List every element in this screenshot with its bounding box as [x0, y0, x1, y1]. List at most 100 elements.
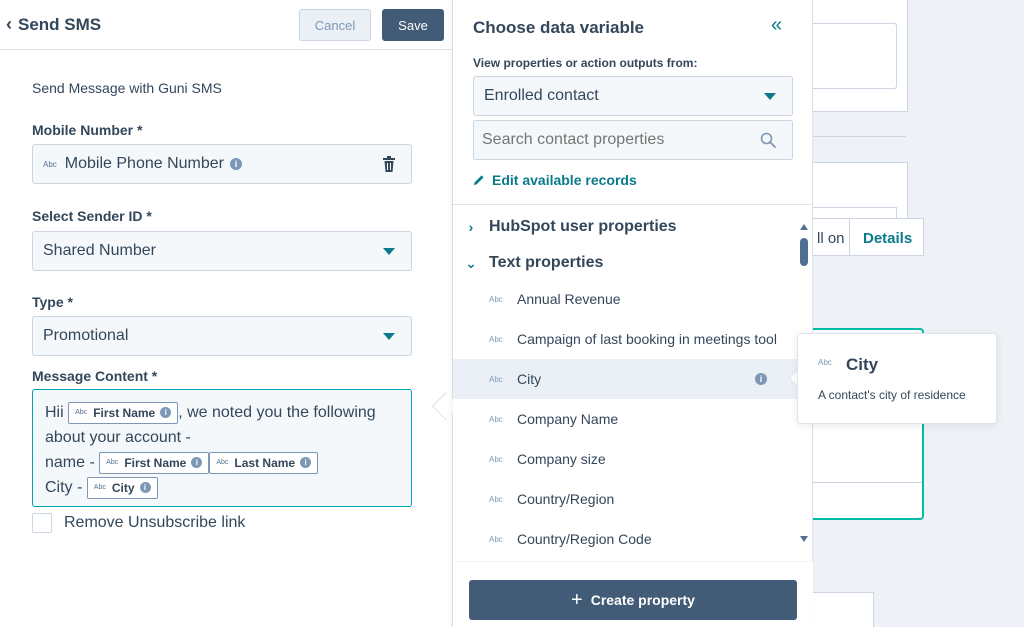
- text-type-icon: Abc: [106, 458, 119, 466]
- group-label: Text properties: [489, 254, 604, 271]
- property-label: Country/Region: [517, 491, 615, 507]
- text-type-icon: Abc: [489, 374, 503, 384]
- create-property-button[interactable]: + Create property: [469, 580, 797, 620]
- type-value: Promotional: [43, 327, 129, 344]
- property-item[interactable]: Abc Country/Region Code: [453, 519, 799, 559]
- view-from-label: View properties or action outputs from:: [473, 56, 698, 70]
- chevron-down-icon: ⌄: [465, 254, 477, 271]
- property-item[interactable]: Abc Campaign of last booking in meetings…: [453, 319, 799, 359]
- type-label: Type *: [32, 294, 73, 310]
- back-button[interactable]: ‹ Send SMS: [6, 14, 101, 35]
- mobile-number-label: Mobile Number *: [32, 122, 143, 138]
- create-property-label: Create property: [590, 592, 695, 608]
- token-label: First Name: [124, 455, 187, 470]
- text-type-icon: Abc: [489, 334, 503, 344]
- property-label: City: [517, 371, 542, 387]
- workflow-canvas: y, ll on Details: [812, 0, 1024, 627]
- scroll-down-arrow[interactable]: [800, 536, 808, 542]
- collapse-panel-icon[interactable]: «: [771, 14, 782, 37]
- property-label: Annual Revenue: [517, 291, 621, 307]
- property-item-selected[interactable]: Abc City i: [453, 359, 799, 399]
- save-button[interactable]: Save: [382, 9, 444, 41]
- record-source-select[interactable]: Enrolled contact: [473, 76, 793, 116]
- type-select[interactable]: Promotional: [32, 316, 412, 356]
- panel-footer: + Create property: [453, 561, 813, 627]
- search-properties-input[interactable]: [473, 120, 793, 160]
- property-label: Campaign of last booking in meetings too…: [517, 331, 777, 347]
- chevron-right-icon: ›: [468, 219, 474, 235]
- properties-list: › HubSpot user properties ⌄ Text propert…: [453, 205, 799, 561]
- text-type-icon: Abc: [489, 534, 503, 544]
- sender-id-label: Select Sender ID *: [32, 208, 152, 224]
- mobile-number-value: Mobile Phone Number: [64, 155, 224, 172]
- card-textarea: [812, 23, 897, 89]
- property-item[interactable]: Abc Company size: [453, 439, 799, 479]
- remove-unsubscribe-label: Remove Unsubscribe link: [64, 514, 246, 531]
- cancel-button[interactable]: Cancel: [299, 9, 371, 41]
- search-icon: [760, 132, 776, 148]
- variable-panel-title: Choose data variable: [473, 18, 645, 37]
- info-icon[interactable]: i: [160, 407, 172, 419]
- first-name-token[interactable]: Abc First Name i: [68, 401, 179, 424]
- scrollbar-thumb[interactable]: [800, 238, 808, 266]
- trash-icon[interactable]: [383, 156, 395, 172]
- property-label: Company size: [517, 451, 606, 467]
- data-variable-panel: Choose data variable « View properties o…: [453, 0, 813, 627]
- property-item[interactable]: Abc Company Name: [453, 399, 799, 439]
- message-text: City -: [45, 479, 83, 496]
- text-type-icon: Abc: [216, 458, 229, 466]
- info-icon[interactable]: i: [230, 158, 242, 170]
- text-type-icon: Abc: [43, 159, 57, 169]
- info-icon[interactable]: i: [755, 373, 767, 385]
- group-hubspot-user-properties[interactable]: › HubSpot user properties: [453, 209, 799, 245]
- message-content-editor[interactable]: Hii Abc First Name i, we noted you the fol…: [32, 389, 412, 507]
- edit-records-link[interactable]: Edit available records: [473, 172, 637, 188]
- mobile-number-field[interactable]: Abc Mobile Phone Number i: [32, 144, 412, 184]
- token-label: City: [111, 480, 135, 495]
- info-icon[interactable]: i: [191, 457, 203, 469]
- message-content-label: Message Content *: [32, 368, 158, 384]
- card-action-text: ll on: [817, 230, 845, 247]
- remove-unsubscribe-checkbox[interactable]: [32, 513, 52, 533]
- caret-down-icon: [383, 248, 395, 255]
- details-link[interactable]: Details: [863, 230, 912, 247]
- workflow-card: y,: [812, 0, 908, 112]
- sender-id-value: Shared Number: [43, 242, 156, 259]
- info-icon[interactable]: i: [300, 457, 312, 469]
- workflow-card: [812, 592, 874, 627]
- sender-id-select[interactable]: Shared Number: [32, 231, 412, 271]
- property-item[interactable]: Abc Annual Revenue: [453, 279, 799, 319]
- remove-unsubscribe-row[interactable]: Remove Unsubscribe link: [32, 513, 245, 533]
- pencil-icon: [474, 175, 484, 185]
- text-type-icon: Abc: [489, 414, 503, 424]
- property-item[interactable]: Abc Country/Region: [453, 479, 799, 519]
- last-name-token[interactable]: Abc Last Name i: [209, 451, 319, 474]
- tooltip-description: A contact's city of residence: [818, 388, 966, 402]
- token-label: Last Name: [234, 455, 296, 470]
- first-name-token[interactable]: Abc First Name i: [99, 451, 210, 474]
- info-icon[interactable]: i: [139, 482, 151, 494]
- message-text: Hii: [45, 404, 64, 421]
- caret-down-icon: [764, 93, 776, 100]
- group-label: HubSpot user properties: [489, 218, 677, 235]
- property-label: Company Name: [517, 411, 619, 427]
- panel-header: ‹ Send SMS Cancel Save: [0, 0, 452, 50]
- property-tooltip: Abc City A contact's city of residence: [797, 333, 997, 424]
- text-type-icon: Abc: [75, 408, 88, 416]
- message-text: name -: [45, 454, 95, 471]
- text-type-icon: Abc: [818, 358, 832, 367]
- action-subtitle: Send Message with Guni SMS: [32, 80, 222, 96]
- card-divider: [812, 482, 922, 483]
- chevron-left-icon: ‹: [6, 14, 12, 34]
- token-label: First Name: [93, 405, 156, 420]
- edit-records-label: Edit available records: [492, 172, 637, 188]
- workflow-card: [812, 162, 908, 222]
- text-type-icon: Abc: [489, 454, 503, 464]
- plus-icon: +: [571, 589, 583, 611]
- city-token[interactable]: Abc City i: [86, 476, 158, 499]
- group-text-properties[interactable]: ⌄ Text properties: [453, 245, 799, 281]
- tooltip-title: City: [846, 355, 879, 374]
- text-type-icon: Abc: [93, 483, 106, 491]
- text-type-icon: Abc: [489, 494, 503, 504]
- scroll-up-arrow[interactable]: [800, 224, 808, 230]
